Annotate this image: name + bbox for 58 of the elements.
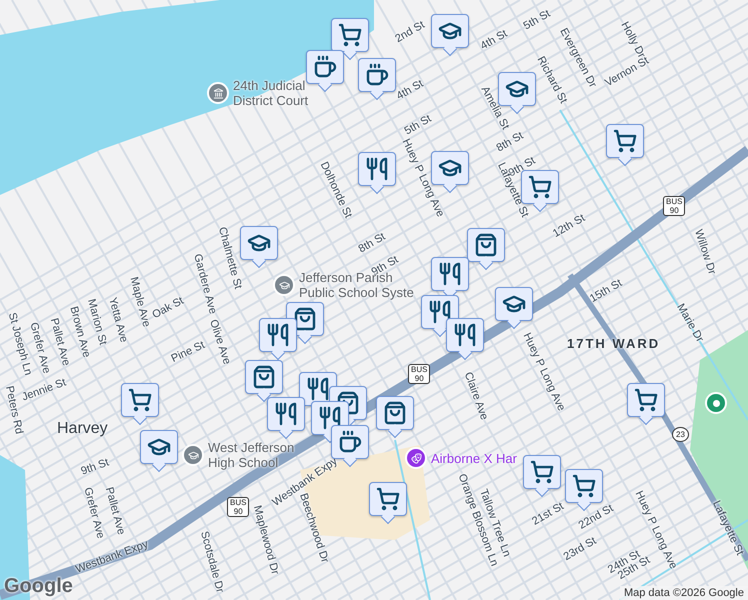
us-route-shield: BUS 90 [663, 196, 686, 216]
state-route-shield: 23 [672, 427, 689, 442]
street-label: Claire Ave [462, 370, 490, 422]
street-label: Pine St [169, 339, 207, 365]
street-label: 23rd St [562, 534, 598, 564]
coffee-cup-icon [365, 63, 389, 87]
street-label: Olive Ave [207, 318, 233, 366]
street-label: 15th St [588, 277, 624, 305]
shopping-bag-icon [293, 307, 317, 331]
shopping-cart-icon [528, 175, 552, 199]
street-label: 9th St [79, 456, 111, 478]
fork-knife-icon [266, 323, 290, 347]
fork-knife-icon [365, 157, 389, 181]
street-label: 2nd St [393, 18, 427, 46]
shopping-cart-icon [338, 23, 362, 47]
coffee-cup-icon [338, 430, 362, 454]
street-label: 4th St [394, 78, 426, 102]
school-place-icon [182, 444, 204, 466]
street-label: Pallet Ave [48, 316, 72, 368]
street-label: 5th St [402, 112, 434, 138]
fork-knife-icon [306, 377, 330, 401]
shopping-bag-icon [383, 401, 407, 425]
street-label: Huey P Long Ave [400, 137, 446, 219]
street-label: Oak St [150, 294, 186, 322]
area-label: 17TH WARD [567, 336, 660, 351]
fork-knife-icon [453, 323, 477, 347]
street-label: 21st St [530, 500, 566, 528]
street-label: 4th St [478, 28, 510, 52]
us-route-shield: BUS 90 [227, 497, 250, 517]
street-label: 5th St [522, 8, 552, 32]
place-label[interactable]: Airborne X Har [431, 450, 517, 466]
shopping-cart-icon [530, 460, 554, 484]
fork-knife-icon [318, 406, 342, 430]
street-label: Yetta Ave [106, 296, 130, 344]
street-label: Maple Ave [128, 276, 152, 328]
fork-knife-icon [438, 262, 462, 286]
school-place-icon [273, 274, 295, 296]
shopping-cart-icon [613, 129, 637, 153]
street-label: 8th St [356, 230, 388, 256]
street-label: Jennie St [20, 376, 68, 404]
area-label: Harvey [57, 420, 108, 438]
map-attribution: Map data ©2026 Google [620, 586, 748, 600]
street-label: Scotsdale Dr [198, 530, 226, 594]
shopping-bag-icon [474, 233, 498, 257]
street-label: Huey P Long Ave [520, 331, 568, 413]
shopping-cart-icon [634, 388, 658, 412]
coffee-cup-icon [313, 55, 337, 79]
fork-knife-icon [428, 300, 452, 324]
fork-knife-icon [274, 402, 298, 426]
shopping-bag-icon [252, 365, 276, 389]
shopping-cart-icon [572, 474, 596, 498]
shopping-cart-icon [376, 487, 400, 511]
street-label: Willow Dr [692, 228, 718, 276]
shopping-cart-icon [128, 388, 152, 412]
street-label: 12th St [550, 212, 588, 240]
shopping-bag-icon [336, 391, 360, 415]
us-route-shield: BUS 90 [408, 364, 430, 384]
street-label: 8th St [494, 130, 526, 154]
